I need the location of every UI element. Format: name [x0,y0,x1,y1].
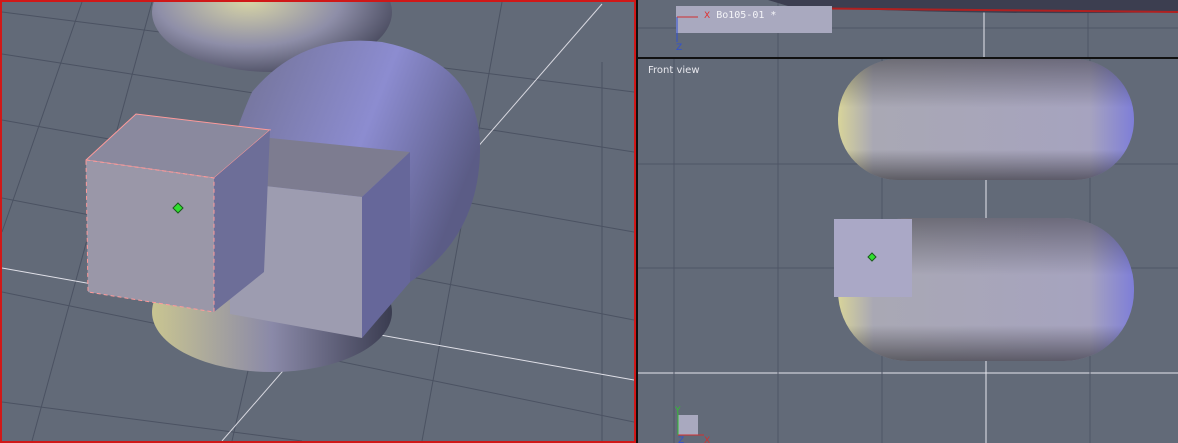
axis-gizmo-icon: Z [676,16,698,52]
axis-gizmo-icon: Y Z X [674,406,710,443]
perspective-viewport[interactable] [0,0,636,443]
front-scene[interactable] [638,59,1178,443]
axis-z-label: Z [678,436,684,443]
axis-y-label: Y [674,406,681,416]
axis-x-label: X [704,11,711,21]
object-name-text: Bo105-01 * [716,10,777,21]
front-viewport[interactable]: Front view Y Z X [638,59,1178,443]
perspective-scene[interactable] [2,2,634,441]
axis-z-label: Z [676,43,682,52]
front-view-label: Front view [648,65,700,76]
top-viewport[interactable]: Z X Bo105-01 * [638,0,1178,57]
capsule-front-upper [838,59,1134,180]
object-name-label: X Bo105-01 * [704,10,776,21]
axis-x-label: X [704,436,710,443]
